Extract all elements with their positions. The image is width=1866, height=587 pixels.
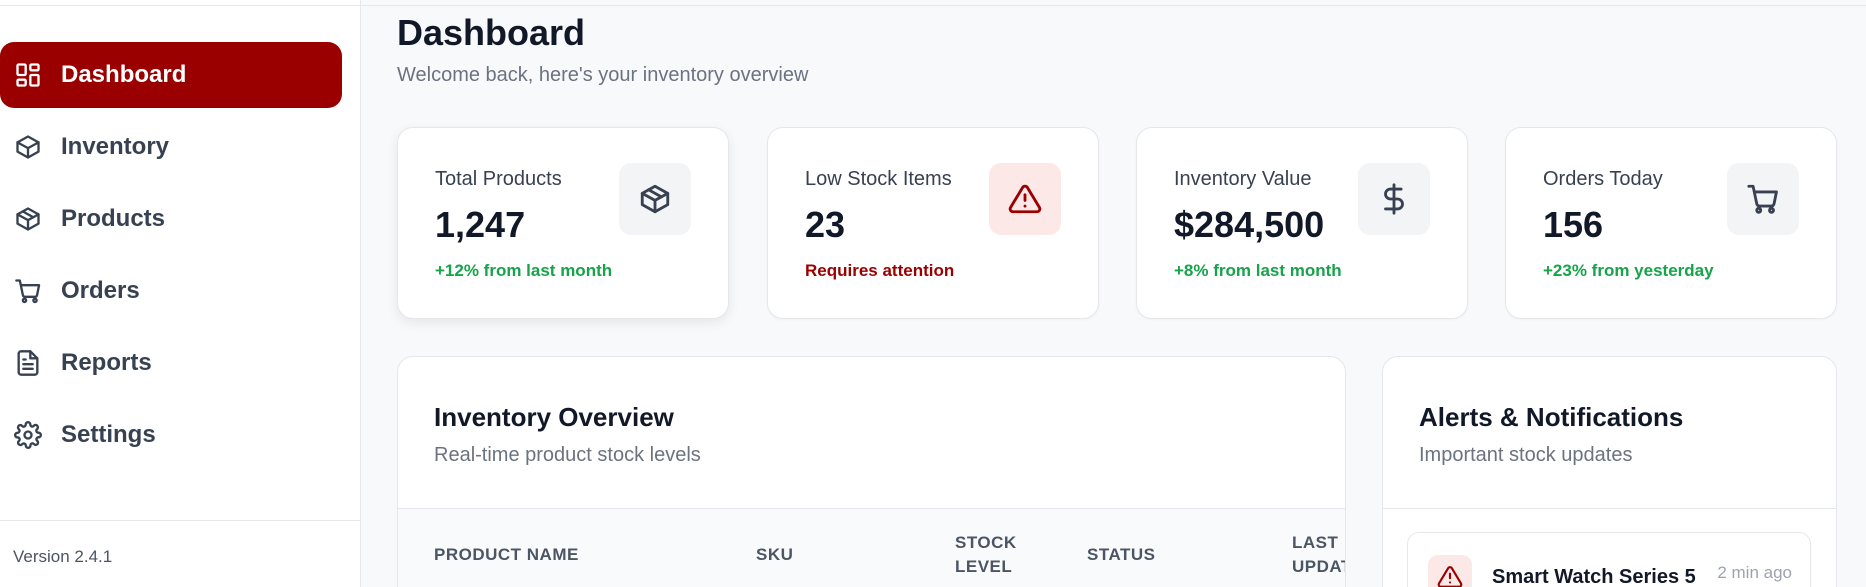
- stat-card-orders-today[interactable]: Orders Today 156 +23% from yesterday: [1505, 127, 1837, 319]
- stat-note: Requires attention: [805, 261, 955, 280]
- sidebar-top-divider: [0, 0, 361, 6]
- alert-triangle-icon: [989, 163, 1061, 235]
- sidebar: Dashboard Inventory Products Orders Repo…: [0, 0, 361, 587]
- column-header-stock-level[interactable]: STOCK LEVEL: [955, 531, 1017, 579]
- panel-title: Alerts & Notifications: [1419, 402, 1684, 432]
- stat-value: $284,500: [1174, 204, 1325, 245]
- sidebar-item-label: Orders: [61, 277, 140, 304]
- alerts-divider: [1383, 508, 1836, 509]
- alerts-panel: Alerts & Notifications Important stock u…: [1382, 356, 1837, 587]
- version-label: Version 2.4.1: [0, 520, 361, 587]
- inventory-overview-panel: Inventory Overview Real-time product sto…: [397, 356, 1346, 587]
- panel-subtitle: Real-time product stock levels: [434, 444, 701, 466]
- package-icon: [14, 205, 42, 233]
- sidebar-item-products[interactable]: Products: [0, 186, 342, 252]
- stat-label: Orders Today: [1543, 168, 1663, 190]
- inventory-table-header: PRODUCT NAME SKU STOCK LEVEL STATUS LAST…: [398, 508, 1345, 587]
- sidebar-item-orders[interactable]: Orders: [0, 258, 342, 324]
- stat-note: +8% from last month: [1174, 261, 1342, 280]
- stat-label: Total Products: [435, 168, 562, 190]
- sidebar-item-label: Products: [61, 205, 166, 232]
- panel-subtitle: Important stock updates: [1419, 444, 1633, 466]
- alert-time: 2 min ago: [1717, 563, 1792, 582]
- sidebar-item-label: Settings: [61, 421, 156, 448]
- stat-card-inventory-value[interactable]: Inventory Value $284,500 +8% from last m…: [1136, 127, 1468, 319]
- stat-value: 23: [805, 204, 846, 245]
- sidebar-nav: Dashboard Inventory Products Orders Repo…: [0, 42, 342, 474]
- sidebar-item-settings[interactable]: Settings: [0, 402, 342, 468]
- cart-icon: [1727, 163, 1799, 235]
- column-header-product-name[interactable]: PRODUCT NAME: [434, 543, 579, 567]
- sidebar-item-inventory[interactable]: Inventory: [0, 114, 342, 180]
- sidebar-item-label: Reports: [61, 349, 152, 376]
- page-subtitle: Welcome back, here's your inventory over…: [397, 64, 809, 86]
- stat-label: Low Stock Items: [805, 168, 952, 190]
- top-divider: [361, 0, 1866, 6]
- stat-value: 156: [1543, 204, 1604, 245]
- alert-item[interactable]: Smart Watch Series 5 2 min ago: [1407, 532, 1811, 587]
- sidebar-item-label: Dashboard: [61, 61, 187, 88]
- panel-title: Inventory Overview: [434, 402, 674, 432]
- box-icon: [14, 133, 42, 161]
- stat-label: Inventory Value: [1174, 168, 1312, 190]
- column-header-sku[interactable]: SKU: [756, 543, 793, 567]
- cart-icon: [14, 277, 42, 305]
- column-header-last-updated[interactable]: LAST UPDATED: [1292, 531, 1345, 579]
- box-icon: [619, 163, 691, 235]
- alert-triangle-icon: [1428, 555, 1472, 587]
- stat-card-total-products[interactable]: Total Products 1,247 +12% from last mont…: [397, 127, 729, 319]
- sidebar-item-reports[interactable]: Reports: [0, 330, 342, 396]
- sidebar-item-label: Inventory: [61, 133, 170, 160]
- gear-icon: [14, 421, 42, 449]
- stat-card-low-stock[interactable]: Low Stock Items 23 Requires attention: [767, 127, 1099, 319]
- page-title: Dashboard: [397, 12, 586, 53]
- dollar-icon: [1358, 163, 1430, 235]
- stat-note: +12% from last month: [435, 261, 613, 280]
- column-header-status[interactable]: STATUS: [1087, 543, 1155, 567]
- sidebar-item-dashboard[interactable]: Dashboard: [0, 42, 342, 108]
- file-text-icon: [14, 349, 42, 377]
- stat-value: 1,247: [435, 204, 526, 245]
- stat-note: +23% from yesterday: [1543, 261, 1714, 280]
- alert-title: Smart Watch Series 5: [1492, 566, 1696, 587]
- dashboard-grid-icon: [14, 61, 42, 89]
